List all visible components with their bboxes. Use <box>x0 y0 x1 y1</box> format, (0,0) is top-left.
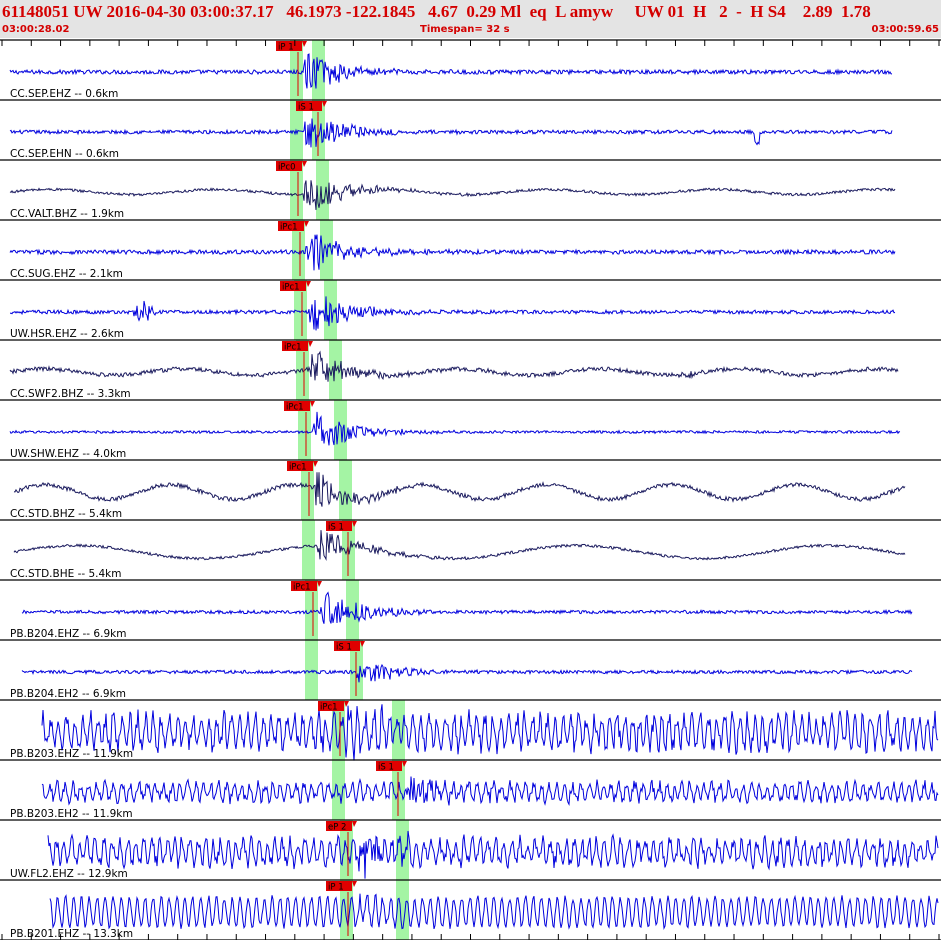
pick-label: iPc0 <box>278 163 296 173</box>
pick-label: iPc1 <box>293 583 311 593</box>
waveform-trace <box>47 830 939 879</box>
waveform-trace <box>21 663 913 683</box>
trace-label: CC.SWF2.BHZ -- 3.3km <box>10 388 131 400</box>
pick-label: iS 1 <box>328 523 344 533</box>
pick-label: iPc1 <box>280 223 298 233</box>
waveform-trace <box>9 180 896 210</box>
trace-label: CC.STD.BHE -- 5.4km <box>10 568 122 580</box>
trace-label: CC.SEP.EHN -- 0.6km <box>10 148 119 160</box>
seismogram-plot: iP 1 CC.SEP.EHZ -- 0.6km iS 1 CC.SEP.EHN --… <box>0 39 941 940</box>
pick-label: iPc1 <box>289 463 307 473</box>
trace-label: UW.HSR.EHZ -- 2.6km <box>10 328 124 340</box>
s-window <box>339 460 352 520</box>
pick-label: iPc1 <box>282 283 300 293</box>
waveform-trace <box>41 704 939 761</box>
trace-label: CC.SEP.EHZ -- 0.6km <box>10 88 118 100</box>
trace-label: CC.STD.BHZ -- 5.4km <box>10 508 122 520</box>
trace-label: PB.B203.EH2 -- 11.9km <box>10 808 133 820</box>
waveform-trace <box>41 776 939 807</box>
s-window <box>316 160 329 220</box>
trace-label: UW.FL2.EHZ -- 12.9km <box>10 868 128 880</box>
trace-label: PB.B201.EHZ -- 13.3km <box>10 928 133 940</box>
pick-label: eP 2 <box>328 823 346 833</box>
trace-label: PB.B203.EHZ -- 11.9km <box>10 748 133 760</box>
waveform-trace <box>9 118 893 148</box>
pick-label: iP 1 <box>278 43 294 53</box>
pick-label: iPc1 <box>284 343 302 353</box>
trace-label: UW.SHW.EHZ -- 4.0km <box>10 448 126 460</box>
waveform-trace <box>49 893 939 931</box>
trace-label: PB.B204.EH2 -- 6.9km <box>10 688 126 700</box>
waveform-trace <box>13 530 906 561</box>
waveform-trace <box>9 234 896 271</box>
waveform-trace <box>9 350 899 382</box>
waveform-trace <box>13 472 906 507</box>
pick-label: iS 1 <box>298 103 314 113</box>
pick-label: iPc1 <box>320 703 338 713</box>
p-window <box>305 640 318 700</box>
s-window <box>396 880 409 940</box>
waveform-trace <box>9 53 893 89</box>
trace-label: CC.VALT.BHZ -- 1.9km <box>10 208 124 220</box>
pick-label: iS 1 <box>378 763 394 773</box>
waveform-trace <box>9 296 896 331</box>
waveform-trace <box>9 411 901 446</box>
pick-label: iS 1 <box>336 643 352 653</box>
waveform-trace <box>21 591 913 624</box>
trace-label: PB.B204.EHZ -- 6.9km <box>10 628 126 640</box>
trace-label: CC.SUG.EHZ -- 2.1km <box>10 268 123 280</box>
pick-label: iP 1 <box>328 883 344 893</box>
pick-label: iPc1 <box>286 403 304 413</box>
p-window <box>302 520 315 580</box>
